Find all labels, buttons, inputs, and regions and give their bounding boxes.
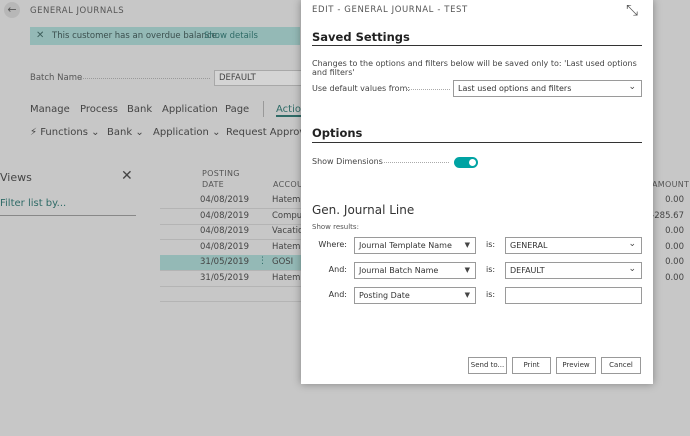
- chevron-down-icon: ⌄: [135, 127, 144, 138]
- chevron-down-icon: ⌄: [628, 239, 636, 249]
- default-values-label: Use default values from:: [312, 84, 411, 93]
- row-posting-date: 04/08/2019: [200, 210, 249, 221]
- filter-list-link[interactable]: Filter list by...: [0, 198, 66, 209]
- col-amount-header[interactable]: AMOUNT: [652, 180, 689, 189]
- col-posting-header[interactable]: POSTING: [202, 169, 240, 178]
- filter-field-select[interactable]: Journal Template Name ▼: [354, 237, 476, 254]
- table-row[interactable]: 31/05/2019 GOSI ⋮: [160, 255, 301, 271]
- banner-message: This customer has an overdue balance.: [52, 31, 220, 41]
- views-title: Views: [0, 171, 32, 184]
- close-views-icon[interactable]: ✕: [121, 168, 133, 184]
- batch-name-field[interactable]: DEFAULT: [214, 70, 304, 86]
- table-row[interactable]: 04/08/2019 Hatem A: [160, 240, 309, 256]
- chevron-down-icon: ⌄: [628, 264, 636, 274]
- chevron-down-icon: ⌄: [212, 127, 221, 138]
- show-details-link[interactable]: Show details: [204, 31, 258, 41]
- saved-settings-note: Changes to the options and filters below…: [312, 59, 637, 77]
- filter-underline: [0, 215, 136, 216]
- menu-bank-label: Bank: [107, 127, 133, 138]
- filter-field-value: Journal Template Name: [359, 241, 452, 250]
- caret-down-icon: ▼: [464, 266, 470, 274]
- menu-functions[interactable]: ⚡ Functions ⌄: [30, 127, 100, 138]
- edit-dialog: EDIT - GENERAL JOURNAL - TEST ⤡ Saved Se…: [301, 0, 653, 384]
- banner-close-icon[interactable]: ✕: [36, 30, 44, 41]
- row-account: GOSI: [272, 257, 294, 267]
- default-values-value: Last used options and filters: [458, 84, 572, 93]
- filter-field-value: Posting Date: [359, 291, 410, 300]
- table-row[interactable]: 04/08/2019 Vacatio: [160, 224, 304, 240]
- table-row[interactable]: 04/08/2019 Comput: [160, 209, 306, 225]
- preview-button[interactable]: Preview: [556, 357, 596, 374]
- filter-value-input[interactable]: [505, 287, 642, 304]
- filter-value-input[interactable]: GENERAL ⌄: [505, 237, 642, 254]
- menu-manage[interactable]: Manage: [30, 104, 70, 115]
- filter-field-select[interactable]: Posting Date ▼: [354, 287, 476, 304]
- chevron-down-icon: ⌄: [628, 82, 636, 92]
- menu-application-dropdown[interactable]: Application ⌄: [153, 127, 220, 138]
- page-title: GENERAL JOURNALS: [30, 6, 125, 16]
- menu-bank[interactable]: Bank: [127, 104, 152, 115]
- print-button[interactable]: Print: [512, 357, 551, 374]
- gen-journal-line-heading: Gen. Journal Line: [312, 203, 415, 217]
- chevron-down-icon: ⌄: [91, 127, 100, 138]
- menu-bank-dropdown[interactable]: Bank ⌄: [107, 127, 144, 138]
- row-account: Vacatio: [272, 226, 304, 236]
- send-to-button[interactable]: Send to...: [468, 357, 507, 374]
- menu-page[interactable]: Page: [225, 104, 249, 115]
- row-posting-date: 31/05/2019: [200, 272, 249, 283]
- toggle-knob: [469, 159, 476, 166]
- expand-icon[interactable]: ⤡: [626, 1, 638, 19]
- table-row[interactable]: 04/08/2019 Hatem A: [160, 193, 309, 209]
- table-row[interactable]: 31/05/2019 Hatem A: [160, 271, 309, 287]
- show-dimensions-toggle[interactable]: [454, 157, 478, 168]
- options-heading: Options: [312, 126, 363, 140]
- default-values-dots: [406, 89, 450, 90]
- show-dimensions-label: Show Dimensions: [312, 157, 383, 166]
- dialog-title: EDIT - GENERAL JOURNAL - TEST: [312, 5, 468, 15]
- options-divider: [312, 142, 642, 143]
- col-account-header[interactable]: ACCOU: [273, 180, 303, 189]
- filter-prefix: Where:: [318, 240, 347, 249]
- filter-is-label: is:: [486, 265, 496, 274]
- filter-field-value: Journal Batch Name: [359, 266, 439, 275]
- row-menu-icon[interactable]: ⋮: [258, 256, 267, 266]
- saved-settings-divider: [312, 45, 642, 46]
- lightning-icon: ⚡: [30, 127, 38, 138]
- menu-functions-label: Functions: [40, 127, 88, 138]
- row-posting-date: 04/08/2019: [200, 241, 249, 252]
- col-date-header[interactable]: DATE: [202, 180, 224, 189]
- caret-down-icon: ▼: [464, 241, 470, 249]
- filter-prefix: And:: [328, 290, 347, 299]
- menu-application-label: Application: [153, 127, 209, 138]
- batch-name-label: Batch Name: [30, 73, 83, 83]
- row-posting-date: 04/08/2019: [200, 226, 249, 236]
- cancel-button[interactable]: Cancel: [601, 357, 641, 374]
- table-row-empty[interactable]: [160, 286, 301, 302]
- filter-value-text: GENERAL: [510, 241, 548, 250]
- filter-field-select[interactable]: Journal Batch Name ▼: [354, 262, 476, 279]
- show-results-label: Show results:: [312, 223, 359, 231]
- saved-settings-heading: Saved Settings: [312, 30, 410, 44]
- filter-value-input[interactable]: DEFAULT ⌄: [505, 262, 642, 279]
- batch-name-value: DEFAULT: [219, 73, 256, 83]
- caret-down-icon: ▼: [464, 291, 470, 299]
- menu-process[interactable]: Process: [80, 104, 118, 115]
- menu-actions[interactable]: Actio: [276, 104, 301, 117]
- filter-is-label: is:: [486, 290, 496, 299]
- back-arrow-icon[interactable]: ←: [4, 2, 20, 18]
- row-posting-date: 31/05/2019: [200, 257, 249, 267]
- show-dimensions-dots: [381, 162, 449, 163]
- batch-name-dots: [80, 78, 210, 79]
- menu-separator: [263, 101, 264, 117]
- filter-prefix: And:: [328, 265, 347, 274]
- filter-value-text: DEFAULT: [510, 266, 545, 275]
- menu-application[interactable]: Application: [162, 104, 218, 115]
- row-posting-date: 04/08/2019: [200, 195, 249, 205]
- overdue-banner: ✕ This customer has an overdue balance. …: [30, 27, 300, 45]
- filter-is-label: is:: [486, 240, 496, 249]
- default-values-select[interactable]: Last used options and filters ⌄: [453, 80, 642, 97]
